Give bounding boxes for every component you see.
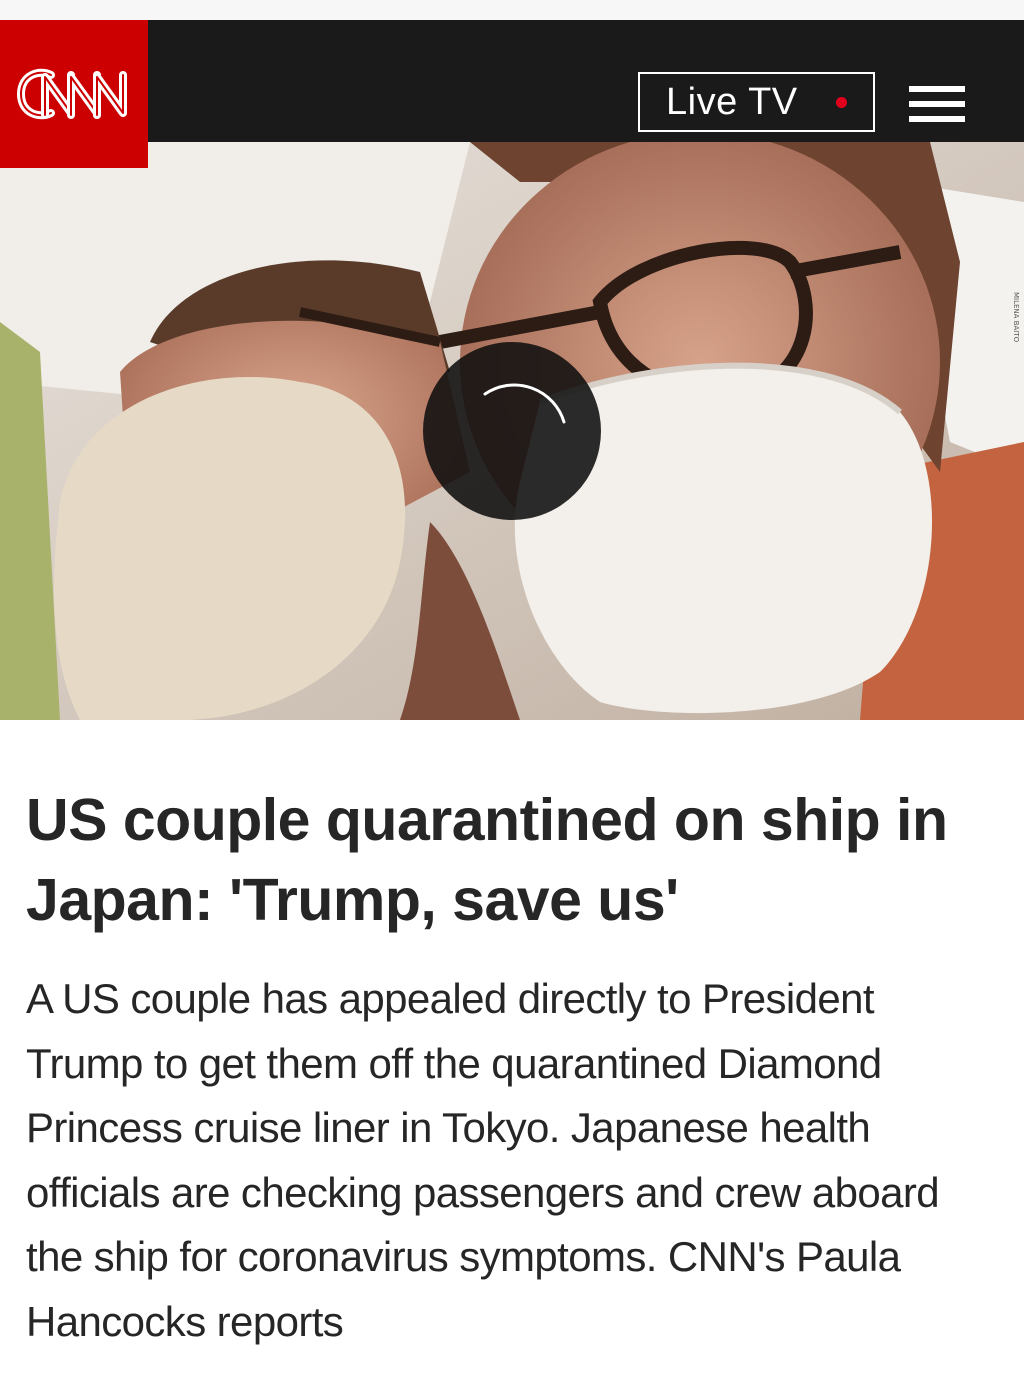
cnn-logo-mark	[17, 68, 127, 120]
article-headline[interactable]: US couple quarantined on ship in Japan: …	[26, 780, 1006, 940]
live-tv-label: Live TV	[666, 80, 798, 123]
cnn-logo[interactable]	[0, 20, 148, 168]
live-indicator-icon	[836, 97, 847, 108]
hamburger-menu-icon[interactable]	[909, 84, 965, 126]
photo-credit: MILENA BAITO	[1012, 292, 1020, 343]
loading-spinner-icon[interactable]	[423, 342, 601, 520]
article-description: A US couple has appealed directly to Pre…	[26, 975, 940, 1345]
site-header: Live TV	[0, 20, 1024, 142]
live-tv-button[interactable]: Live TV	[638, 72, 875, 132]
status-strip	[0, 0, 1024, 20]
video-player[interactable]: MILENA BAITO	[0, 142, 1024, 720]
